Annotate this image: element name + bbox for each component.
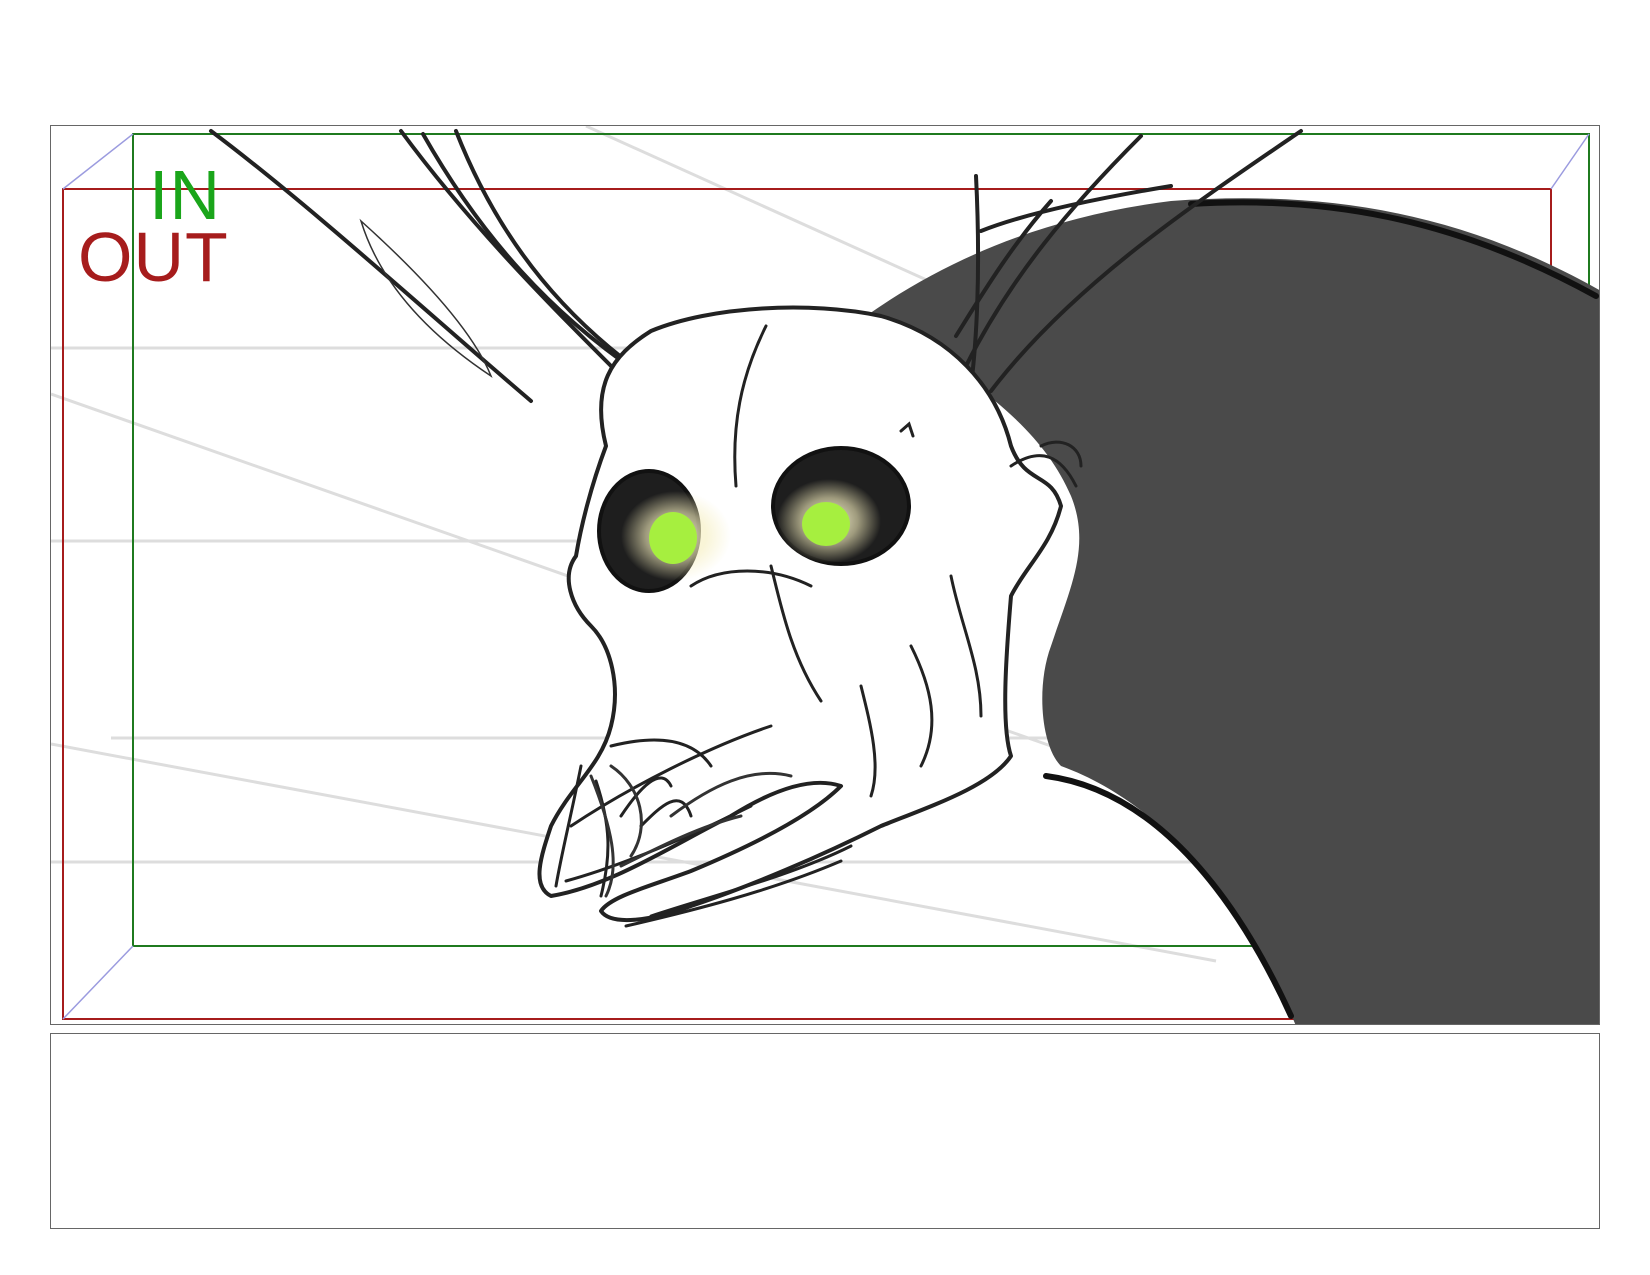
right-eye [771, 446, 911, 566]
panel-notes-box[interactable] [50, 1033, 1600, 1229]
out-frame-label: OUT [78, 218, 229, 296]
skull-sketch [537, 305, 1063, 922]
panel-drawing [51, 126, 1599, 1024]
storyboard-panel: IN OUT [50, 125, 1600, 1025]
